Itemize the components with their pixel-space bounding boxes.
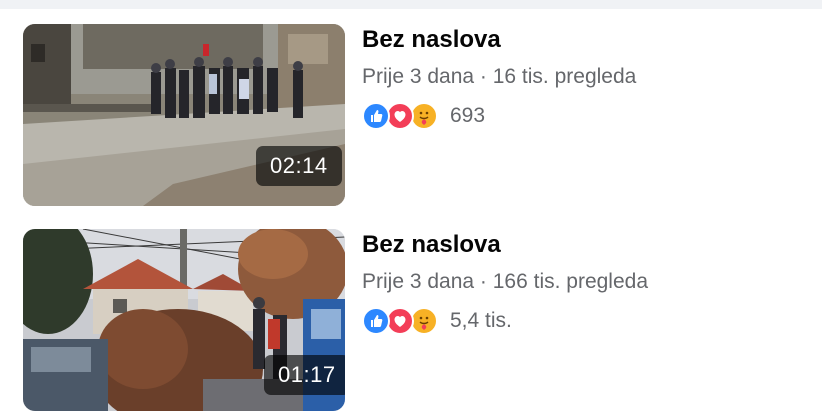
reaction-icons <box>362 100 440 132</box>
reactions-summary[interactable]: 5,4 tis. <box>362 305 512 337</box>
reaction-count: 5,4 tis. <box>450 309 512 332</box>
video-list-item[interactable]: 01:17 Bez naslova Prije 3 dana · 166 tis… <box>0 229 822 411</box>
video-title[interactable]: Bez naslova <box>362 24 501 56</box>
reaction-icons <box>362 305 440 337</box>
video-list-item[interactable]: 02:14 Bez naslova Prije 3 dana · 16 tis.… <box>0 24 822 206</box>
like-icon <box>362 307 390 335</box>
video-thumbnail[interactable]: 01:17 <box>23 229 345 411</box>
love-icon <box>386 307 414 335</box>
care-icon <box>410 102 438 130</box>
love-icon <box>386 102 414 130</box>
video-meta: Prije 3 dana · 16 tis. pregleda <box>362 65 637 88</box>
video-thumbnail[interactable]: 02:14 <box>23 24 345 206</box>
reactions-summary[interactable]: 693 <box>362 100 485 132</box>
reaction-count: 693 <box>450 104 486 127</box>
video-duration: 01:17 <box>264 355 345 395</box>
video-meta: Prije 3 dana · 166 tis. pregleda <box>362 270 649 293</box>
video-title[interactable]: Bez naslova <box>362 229 501 261</box>
video-duration: 02:14 <box>256 146 342 186</box>
care-icon <box>410 307 438 335</box>
top-divider-strip <box>0 0 822 9</box>
like-icon <box>362 102 390 130</box>
